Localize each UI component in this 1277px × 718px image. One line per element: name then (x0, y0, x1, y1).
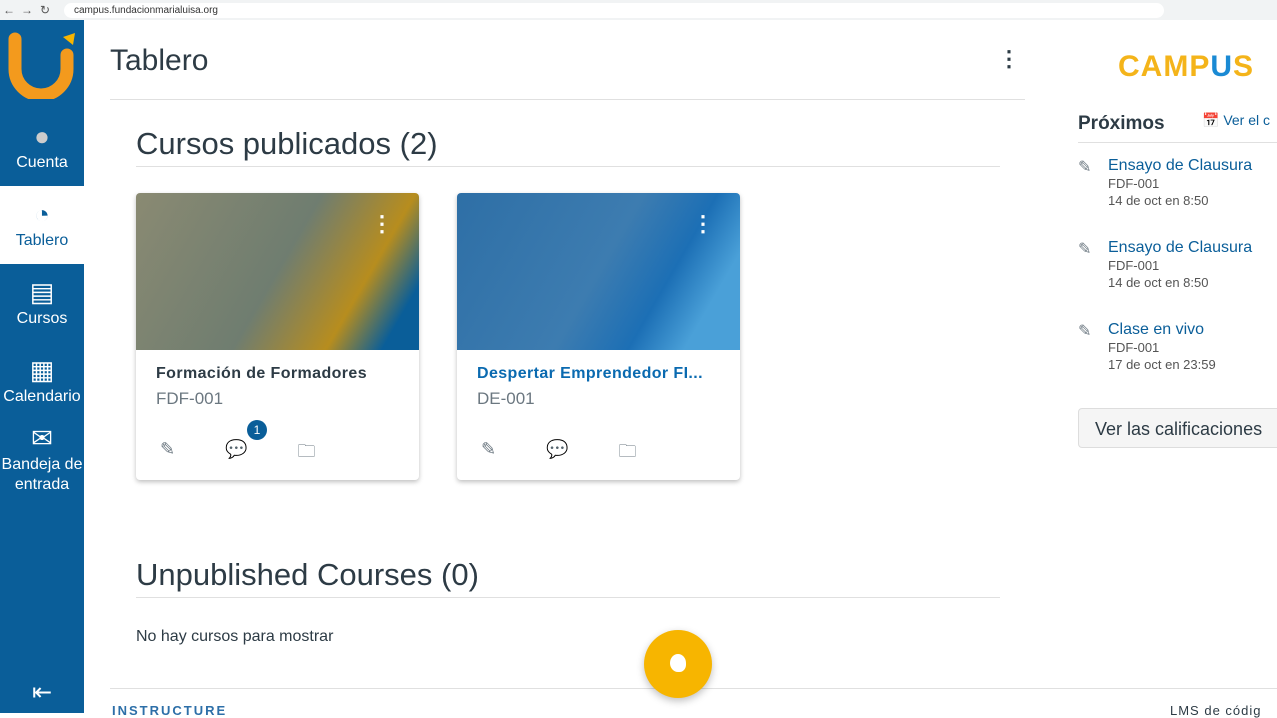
calendar-icon: ▦ (29, 355, 55, 385)
course-name[interactable]: Despertar Emprendedor FI... (477, 365, 703, 383)
files-icon[interactable]: 🗀 (298, 439, 316, 469)
course-card[interactable]: ⋮ Formación de Formadores FDF-001 ✎ 💬 🗀 1 (136, 193, 419, 480)
card-options-icon[interactable]: ⋮ (371, 211, 393, 237)
divider (136, 166, 1000, 167)
collapse-nav-icon[interactable]: ⇤ (0, 678, 84, 707)
todo-course: FDF-001 (1108, 176, 1160, 191)
published-heading: Cursos publicados (2) (136, 126, 438, 161)
todo-date: 17 de oct en 23:59 (1108, 357, 1216, 372)
course-card[interactable]: ⋮ Despertar Emprendedor FI... DE-001 ✎ 💬 🗀 (457, 193, 740, 480)
sidebar-item-bandeja[interactable]: ✉ Bandeja de entrada (0, 420, 84, 498)
card-options-icon[interactable]: ⋮ (692, 211, 714, 237)
todo-course: FDF-001 (1108, 258, 1160, 273)
sidebar-item-cursos[interactable]: ▤ Cursos (0, 264, 84, 342)
discussions-icon[interactable]: 💬 (225, 439, 247, 469)
view-grades-button[interactable]: Ver las calificaciones (1078, 408, 1277, 448)
address-bar[interactable]: campus.fundacionmarialuisa.org (64, 2, 1164, 18)
todo-title[interactable]: Ensayo de Clausura (1108, 239, 1252, 257)
browser-toolbar: ← → ↻ campus.fundacionmarialuisa.org (0, 0, 1277, 20)
discussions-icon[interactable]: 💬 (546, 439, 568, 469)
chat-button[interactable] (644, 630, 712, 698)
user-icon: ● (34, 121, 50, 151)
forward-icon[interactable]: → (18, 3, 36, 17)
dashboard-options-icon[interactable]: ⋮ (998, 46, 1020, 72)
divider (136, 597, 1000, 598)
reload-icon[interactable]: ↻ (36, 3, 54, 17)
assignments-icon[interactable]: ✎ (160, 439, 175, 469)
dashboard-icon: ◔ (34, 199, 50, 229)
todo-item[interactable]: ✎ Ensayo de Clausura FDF-001 14 de oct en 8… (1078, 239, 1252, 291)
sidebar-item-tablero[interactable]: ◔ Tablero (0, 186, 84, 264)
logo[interactable] (0, 20, 84, 108)
calendar-icon: 📅 (1202, 112, 1220, 128)
unread-badge: 1 (247, 420, 267, 440)
todo-date: 14 de oct en 8:50 (1108, 275, 1209, 290)
page-title: Tablero (110, 44, 209, 77)
inbox-icon: ✉ (31, 423, 53, 453)
assignment-icon: ✎ (1078, 323, 1092, 340)
unpublished-heading: Unpublished Courses (0) (136, 557, 479, 592)
back-icon[interactable]: ← (0, 3, 18, 17)
divider (110, 99, 1025, 100)
chat-icon (670, 654, 686, 672)
global-nav: ● Cuenta ◔ Tablero ▤ Cursos ▦ Calendario ✉ Ba… (0, 20, 84, 713)
courses-icon: ▤ (29, 277, 55, 307)
todo-course: FDF-001 (1108, 340, 1160, 355)
course-name[interactable]: Formación de Formadores (156, 365, 367, 383)
files-icon[interactable]: 🗀 (619, 439, 637, 469)
sidebar-item-cuenta[interactable]: ● Cuenta (0, 108, 84, 186)
instructure-logo[interactable]: INSTRUCTURE (112, 703, 227, 718)
course-code: DE-001 (477, 389, 535, 408)
todo-item[interactable]: ✎ Clase en vivo FDF-001 17 de oct en 23:59 (1078, 321, 1216, 373)
footer-text[interactable]: LMS de códig (1170, 703, 1262, 718)
divider (1078, 142, 1277, 143)
todo-date: 14 de oct en 8:50 (1108, 193, 1209, 208)
campus-logo: CAMPUS (1118, 50, 1255, 83)
assignments-icon[interactable]: ✎ (481, 439, 496, 469)
todo-title[interactable]: Ensayo de Clausura (1108, 157, 1252, 175)
assignment-icon: ✎ (1078, 159, 1092, 176)
course-code: FDF-001 (156, 389, 224, 408)
calendar-link[interactable]: 📅 Ver el c (1202, 112, 1270, 129)
todo-title[interactable]: Clase en vivo (1108, 321, 1216, 339)
todo-item[interactable]: ✎ Ensayo de Clausura FDF-001 14 de oct en 8… (1078, 157, 1252, 209)
upcoming-heading: Próximos (1078, 113, 1165, 134)
empty-message: No hay cursos para mostrar (136, 628, 334, 645)
assignment-icon: ✎ (1078, 241, 1092, 258)
sidebar-item-calendario[interactable]: ▦ Calendario (0, 342, 84, 420)
